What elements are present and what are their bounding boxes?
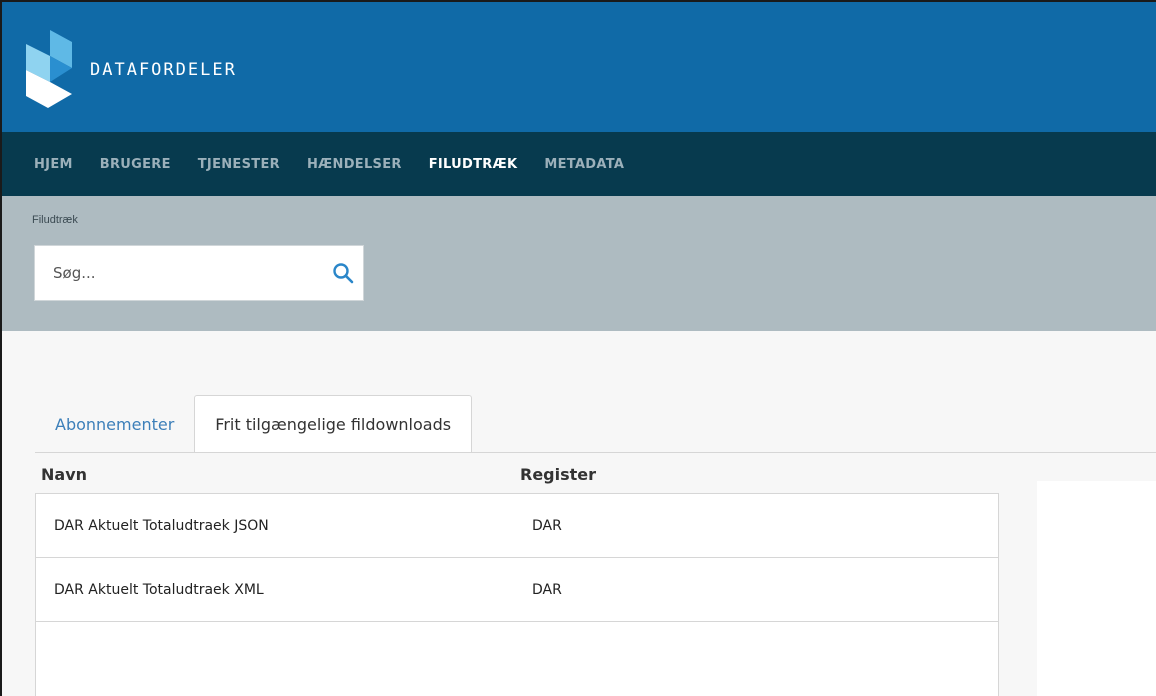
brand-name: DATAFORDELER — [90, 60, 237, 80]
breadcrumb[interactable]: Filudtræk — [32, 214, 78, 226]
file-table: DAR Aktuelt Totaludtraek JSON DAR DAR Ak… — [35, 493, 999, 696]
nav-item-filudtraek[interactable]: FILUDTRÆK — [429, 157, 518, 172]
cell-register: DAR — [532, 582, 562, 598]
nav-item-hjem[interactable]: HJEM — [34, 157, 73, 172]
nav-item-metadata[interactable]: METADATA — [544, 157, 624, 172]
datafordeler-logo-icon[interactable] — [26, 30, 74, 108]
nav-item-brugere[interactable]: BRUGERE — [100, 157, 171, 172]
search-button[interactable] — [323, 246, 363, 300]
column-header-navn[interactable]: Navn — [41, 465, 87, 484]
sub-header: Filudtræk — [2, 196, 1156, 331]
table-row[interactable]: DAR Aktuelt Totaludtraek JSON DAR — [36, 494, 998, 558]
cell-navn: DAR Aktuelt Totaludtraek JSON — [54, 518, 269, 534]
side-panel — [1037, 481, 1156, 696]
table-row[interactable]: DAR Aktuelt Totaludtraek XML DAR — [36, 558, 998, 622]
nav-item-tjenester[interactable]: TJENESTER — [198, 157, 280, 172]
cell-register: DAR — [532, 518, 562, 534]
nav-item-haendelser[interactable]: HÆNDELSER — [307, 157, 402, 172]
cell-navn: DAR Aktuelt Totaludtraek XML — [54, 582, 264, 598]
column-header-register[interactable]: Register — [520, 465, 596, 484]
search-icon — [333, 263, 354, 284]
tab-bar: Abonnementer Frit tilgængelige fildownlo… — [35, 395, 473, 453]
tab-frit-tilgaengelige-fildownloads[interactable]: Frit tilgængelige fildownloads — [194, 395, 473, 453]
app-frame: DATAFORDELER HJEM BRUGERE TJENESTER HÆND… — [0, 0, 1156, 696]
main-content: Abonnementer Frit tilgængelige fildownlo… — [2, 331, 1156, 696]
tab-abonnementer[interactable]: Abonnementer — [35, 395, 194, 453]
main-nav: HJEM BRUGERE TJENESTER HÆNDELSER FILUDTR… — [2, 132, 1156, 196]
tab-divider — [35, 452, 1156, 453]
search-box — [34, 245, 364, 301]
header-bar: DATAFORDELER — [2, 2, 1156, 132]
search-input[interactable] — [35, 246, 323, 300]
